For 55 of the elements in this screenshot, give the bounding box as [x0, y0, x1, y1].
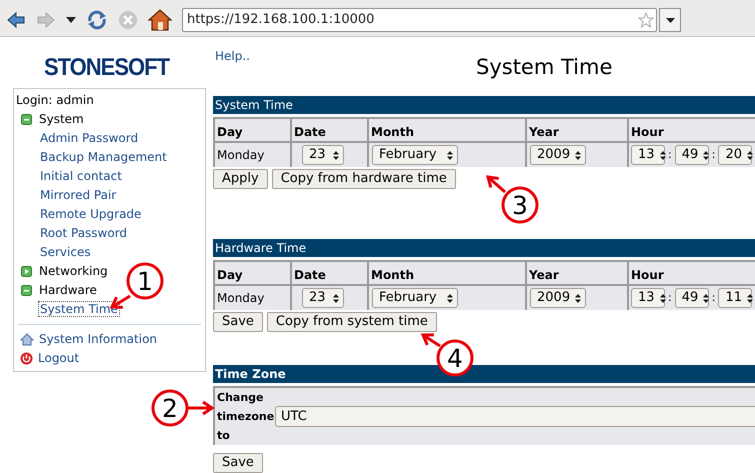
column-header: Month [367, 117, 525, 141]
time-spinner[interactable]: 49 [674, 288, 709, 308]
column-header: Date [290, 117, 367, 141]
column-header: Month [367, 260, 525, 284]
nav-link[interactable]: Admin Password [38, 130, 140, 146]
form-button[interactable]: Save [213, 453, 263, 473]
date-spinner[interactable]: 23 [302, 288, 344, 308]
year-spinner[interactable]: 2009 [530, 288, 586, 308]
form-button[interactable]: Save [213, 312, 263, 332]
nav-link[interactable]: System Information [39, 330, 158, 349]
form-button[interactable]: Apply [213, 169, 268, 189]
time-spinner[interactable]: 49 [674, 145, 709, 165]
tree-item[interactable]: Networking [39, 262, 108, 281]
tree-item[interactable]: Hardware [39, 281, 97, 300]
nav-link[interactable]: Services [38, 244, 93, 260]
column-header: Hour [627, 260, 755, 284]
column-header: Year [525, 117, 627, 141]
tree-item[interactable]: System [39, 110, 84, 129]
time-separator: : [668, 146, 672, 163]
time-separator: : [712, 290, 716, 306]
nav-link[interactable]: Remote Upgrade [38, 206, 144, 222]
column-header: Date [290, 260, 367, 284]
month-select[interactable]: February [372, 145, 458, 165]
column-header: Year [525, 260, 627, 284]
panel-header: System Time [213, 96, 755, 114]
column-header: Hour [627, 117, 755, 141]
field-label: Change timezone to [217, 390, 273, 444]
form-button[interactable]: Copy from system time [266, 312, 437, 332]
time-separator: : [712, 146, 716, 163]
form-button[interactable]: Copy from hardware time [272, 169, 456, 189]
time-spinner[interactable]: 13 [631, 288, 665, 308]
url-text: https://192.168.100.1:10000 [187, 11, 376, 30]
month-select[interactable]: February [372, 288, 458, 308]
panel-header: Hardware Time [213, 239, 755, 257]
timezone-select[interactable]: UTC [275, 406, 755, 427]
column-header: Day [213, 117, 290, 141]
time-spinner[interactable]: 13 [631, 145, 665, 165]
nav-link[interactable]: Initial contact [38, 168, 124, 184]
logo: STONESOFT [44, 52, 170, 82]
login-text: Login: admin [15, 92, 95, 109]
table-cell-text: Monday [217, 290, 264, 307]
nav-link[interactable]: Backup Management [38, 149, 169, 165]
page-title: System Time [476, 54, 612, 81]
table-cell-text: Monday [217, 147, 264, 164]
help-link[interactable]: Help.. [215, 47, 250, 65]
nav-link[interactable]: Root Password [38, 225, 130, 241]
nav-link[interactable]: Logout [38, 349, 80, 368]
time-spinner[interactable]: 11 [718, 288, 752, 308]
year-spinner[interactable]: 2009 [530, 145, 586, 165]
column-header: Day [213, 260, 290, 284]
date-spinner[interactable]: 23 [302, 145, 344, 165]
time-spinner[interactable]: 20 [718, 145, 752, 165]
address-field[interactable]: https://192.168.100.1:10000 [182, 8, 657, 32]
nav-link[interactable]: Mirrored Pair [38, 187, 118, 203]
time-separator: : [668, 290, 672, 306]
